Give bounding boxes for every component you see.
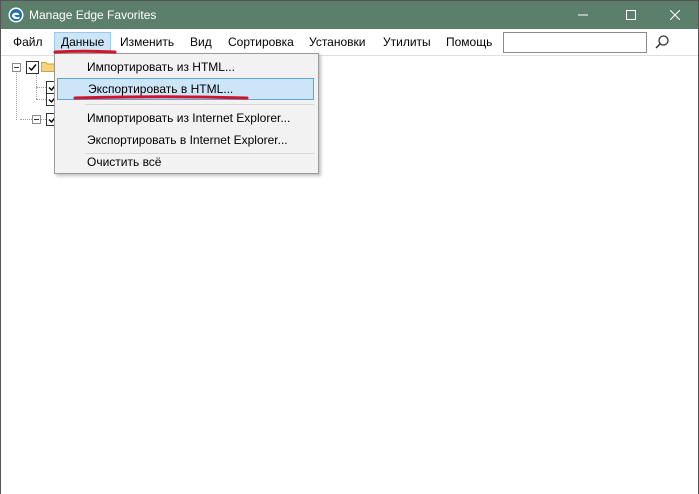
close-button[interactable] [652,1,698,29]
minimize-button[interactable] [560,1,606,29]
search-button[interactable] [652,32,672,52]
app-window: Manage Edge Favorites Файл Данные Измени… [0,0,699,494]
red-underline-annotation [53,49,117,54]
menu-sort[interactable]: Сортировка [222,32,300,52]
menu-item-import-ie[interactable]: Импортировать из Internet Explorer... [57,107,314,129]
minimize-icon [578,14,588,16]
menu-separator [85,104,314,105]
menu-edit[interactable]: Изменить [114,32,180,52]
menu-item-clear-all[interactable]: Очистить всё [57,151,314,173]
menu-help[interactable]: Помощь [440,32,498,52]
folder-icon [41,61,55,72]
edge-favorites-app-icon [8,7,24,23]
menu-item-export-ie[interactable]: Экспортировать в Internet Explorer... [57,129,314,151]
window-title: Manage Edge Favorites [29,8,157,22]
tree-line [36,73,37,99]
tree-checkbox-root[interactable] [26,61,39,74]
data-menu-dropdown: Импортировать из HTML... Экспортировать … [54,53,319,174]
tree-expander-node-3[interactable] [32,115,41,124]
menu-settings[interactable]: Установки [303,32,371,52]
tree-expander-root[interactable] [12,63,21,72]
tree-line [36,87,46,88]
menu-file[interactable]: Файл [7,32,49,52]
search-input[interactable] [503,32,647,53]
tree-line [36,99,46,100]
search-icon [655,35,669,49]
red-underline-annotation [73,95,249,100]
menu-utilities[interactable]: Утилиты [377,32,437,52]
menu-view[interactable]: Вид [184,32,218,52]
tree-line [16,70,17,120]
close-icon [670,10,680,20]
maximize-icon [626,10,636,20]
title-bar[interactable]: Manage Edge Favorites [1,1,698,29]
maximize-button[interactable] [608,1,654,29]
menu-item-import-html[interactable]: Импортировать из HTML... [57,56,314,78]
